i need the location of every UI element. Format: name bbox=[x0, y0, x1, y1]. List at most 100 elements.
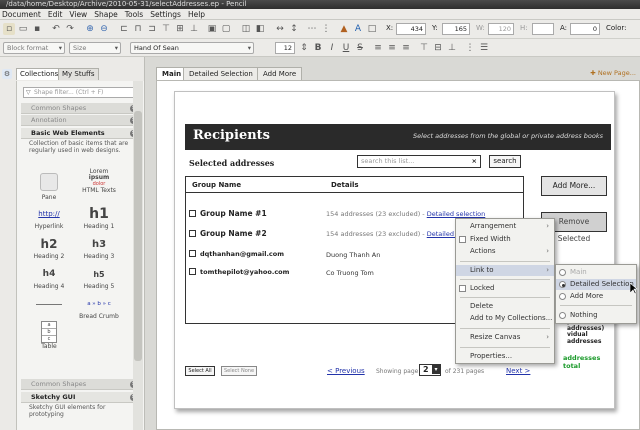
collections-scrollbar[interactable] bbox=[133, 81, 143, 430]
same-height-icon[interactable]: ↕ bbox=[288, 23, 300, 35]
align-right-icon[interactable]: ⊐ bbox=[146, 23, 158, 35]
page-tab-detailed-selection[interactable]: Detailed Selection bbox=[183, 67, 259, 80]
menu-view[interactable]: View bbox=[69, 10, 87, 19]
distribute-v-icon[interactable]: ⋮ bbox=[320, 23, 332, 35]
menu-item-add-to-collections[interactable]: Add to My Collections... bbox=[456, 313, 554, 324]
text-valign-top-icon[interactable]: ⊤ bbox=[418, 42, 430, 54]
angle-field[interactable]: 0 bbox=[570, 23, 600, 35]
section-basic-web-elements[interactable]: Basic Web Elements × bbox=[21, 128, 139, 139]
mockup-header[interactable]: Recipients Select addresses from the glo… bbox=[185, 124, 611, 150]
zoom-in-icon[interactable]: ⊕ bbox=[84, 23, 96, 35]
menu-help[interactable]: Help bbox=[188, 10, 205, 19]
row-checkbox[interactable] bbox=[189, 210, 196, 217]
ordered-list-icon[interactable]: ⋮ bbox=[464, 42, 476, 54]
undo-icon[interactable]: ↶ bbox=[50, 23, 62, 35]
mockup-search-input[interactable]: search this list... × bbox=[357, 155, 481, 168]
redo-icon[interactable]: ↷ bbox=[64, 23, 76, 35]
page-number-select[interactable]: 2 ▾ bbox=[419, 364, 441, 376]
table-row[interactable]: Group Name #1 bbox=[189, 209, 267, 218]
w-field[interactable]: 120 bbox=[488, 23, 514, 35]
font-family-select[interactable]: Hand Of Sean bbox=[130, 42, 254, 54]
mockup-search-button[interactable]: search bbox=[489, 155, 521, 168]
fill-color-icon[interactable]: ▲ bbox=[338, 23, 350, 35]
submenu-item-nothing[interactable]: Nothing bbox=[556, 310, 636, 321]
save-icon[interactable]: ▪ bbox=[31, 23, 43, 35]
locked-checkbox[interactable] bbox=[459, 285, 466, 292]
table-row[interactable]: dqthanhan@gmail.com bbox=[189, 250, 284, 258]
h-field[interactable] bbox=[532, 23, 554, 35]
underline-icon[interactable]: U bbox=[340, 42, 352, 54]
radio-detailed-selection[interactable] bbox=[559, 281, 566, 288]
menu-item-properties[interactable]: Properties... bbox=[456, 351, 554, 362]
section-sketchy-gui[interactable]: Sketchy GUI × bbox=[21, 392, 139, 403]
group-icon[interactable]: ▣ bbox=[206, 23, 218, 35]
align-bottom-icon[interactable]: ⊥ bbox=[188, 23, 200, 35]
table-row[interactable]: tomthepilot@yahoo.com bbox=[189, 268, 289, 276]
same-width-icon[interactable]: ↔ bbox=[274, 23, 286, 35]
block-format-select[interactable]: Block format bbox=[3, 42, 65, 54]
submenu-item-add-more[interactable]: Add More bbox=[556, 291, 636, 302]
shape-heading-5[interactable]: h5 Heading 5 bbox=[74, 266, 124, 290]
new-page-button[interactable]: ✚ New Page... bbox=[590, 69, 636, 77]
shape-html-texts[interactable]: Lorem ipsum dolor HTML Texts bbox=[74, 169, 124, 195]
align-center-icon[interactable]: ⊓ bbox=[132, 23, 144, 35]
menu-item-fixed-width[interactable]: Fixed Width bbox=[456, 234, 554, 245]
text-align-center-icon[interactable]: ≡ bbox=[386, 42, 398, 54]
menu-item-delete[interactable]: Delete bbox=[456, 301, 554, 312]
distribute-h-icon[interactable]: ⋯ bbox=[306, 23, 318, 35]
shape-heading-1[interactable]: h1 Heading 1 bbox=[74, 206, 124, 230]
font-size-field[interactable]: 12 bbox=[275, 42, 295, 54]
row-checkbox[interactable] bbox=[189, 250, 196, 257]
collections-toggle-icon[interactable]: ⚙ bbox=[2, 69, 12, 79]
shape-heading-4[interactable]: h4 Heading 4 bbox=[24, 266, 74, 290]
detailed-selection-link[interactable]: Detailed selection bbox=[427, 210, 486, 218]
strikethrough-icon[interactable]: S bbox=[354, 42, 366, 54]
menu-document[interactable]: Document bbox=[2, 10, 41, 19]
shape-pane[interactable]: Pane bbox=[24, 173, 74, 201]
text-align-right-icon[interactable]: ≡ bbox=[400, 42, 412, 54]
menu-item-arrangement[interactable]: Arrangement bbox=[456, 221, 554, 232]
x-field[interactable]: 434 bbox=[396, 23, 426, 35]
text-valign-bottom-icon[interactable]: ⊥ bbox=[446, 42, 458, 54]
align-left-icon[interactable]: ⊏ bbox=[118, 23, 130, 35]
select-none-button[interactable]: Select None bbox=[221, 366, 257, 376]
fixed-width-checkbox[interactable] bbox=[459, 236, 466, 243]
size-select[interactable]: Size bbox=[69, 42, 121, 54]
text-color-icon[interactable]: A bbox=[352, 23, 364, 35]
menu-shape[interactable]: Shape bbox=[94, 10, 118, 19]
new-document-icon[interactable]: ▫ bbox=[3, 23, 15, 35]
scrollbar-thumb[interactable] bbox=[134, 111, 142, 361]
shape-table[interactable]: a b c Table bbox=[24, 321, 74, 350]
tab-collections[interactable]: Collections bbox=[16, 68, 63, 80]
shape-heading-3[interactable]: h3 Heading 3 bbox=[74, 236, 124, 260]
shape-hyperlink[interactable]: http:// Hyperlink bbox=[24, 206, 74, 230]
next-page-link[interactable]: Next > bbox=[506, 367, 530, 375]
menu-item-link-to[interactable]: Link to bbox=[456, 265, 554, 276]
y-field[interactable]: 165 bbox=[442, 23, 470, 35]
open-icon[interactable]: ▭ bbox=[17, 23, 29, 35]
radio-main[interactable] bbox=[559, 269, 566, 276]
row-checkbox[interactable] bbox=[189, 268, 196, 275]
clear-search-icon[interactable]: × bbox=[472, 156, 477, 166]
bring-front-icon[interactable]: ◫ bbox=[240, 23, 252, 35]
menu-edit[interactable]: Edit bbox=[48, 10, 63, 19]
border-icon[interactable]: □ bbox=[366, 23, 378, 35]
shape-bread-crumb[interactable]: a » b » c Bread Crumb bbox=[74, 296, 124, 320]
drawing-canvas[interactable]: Recipients Select addresses from the glo… bbox=[156, 80, 640, 430]
section-annotation[interactable]: Annotation × bbox=[21, 115, 139, 126]
add-more-button[interactable]: Add More... bbox=[541, 176, 607, 196]
menu-item-resize-canvas[interactable]: Resize Canvas bbox=[456, 332, 554, 343]
row-checkbox[interactable] bbox=[189, 230, 196, 237]
menu-item-locked[interactable]: Locked bbox=[456, 283, 554, 294]
shape-heading-2[interactable]: h2 Heading 2 bbox=[24, 236, 74, 260]
radio-add-more[interactable] bbox=[559, 293, 566, 300]
submenu-item-main[interactable]: Main bbox=[556, 267, 636, 278]
submenu-item-detailed-selection[interactable]: Detailed Selection bbox=[556, 279, 636, 290]
menu-settings[interactable]: Settings bbox=[150, 10, 181, 19]
text-valign-middle-icon[interactable]: ⊟ bbox=[432, 42, 444, 54]
text-align-left-icon[interactable]: ≡ bbox=[372, 42, 384, 54]
page-tab-add-more[interactable]: Add More bbox=[257, 67, 303, 80]
menu-tools[interactable]: Tools bbox=[125, 10, 143, 19]
align-middle-icon[interactable]: ⊞ bbox=[174, 23, 186, 35]
previous-page-link[interactable]: < Previous bbox=[327, 367, 365, 375]
